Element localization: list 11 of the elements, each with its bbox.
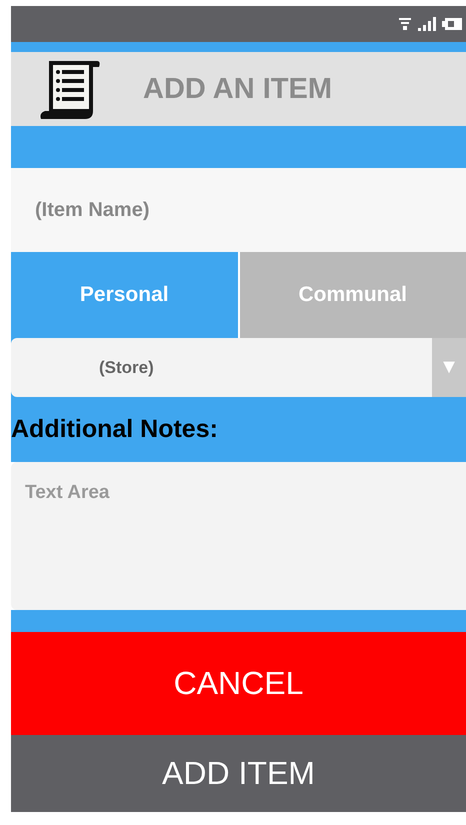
notes-text-area[interactable]: Text Area — [11, 462, 466, 610]
notes-label: Additional Notes: — [11, 417, 218, 442]
store-dropdown[interactable]: (Store) ▼ — [11, 338, 466, 397]
item-name-field[interactable]: (Item Name) — [11, 168, 466, 252]
battery-icon — [442, 17, 462, 31]
cancel-button[interactable]: CANCEL — [11, 632, 466, 735]
add-item-button[interactable]: ADD ITEM — [11, 735, 466, 812]
signal-icon — [418, 17, 436, 31]
page-title: ADD AN ITEM — [143, 72, 332, 106]
wifi-icon — [398, 17, 412, 31]
type-tab[interactable]: Personal — [11, 252, 238, 338]
